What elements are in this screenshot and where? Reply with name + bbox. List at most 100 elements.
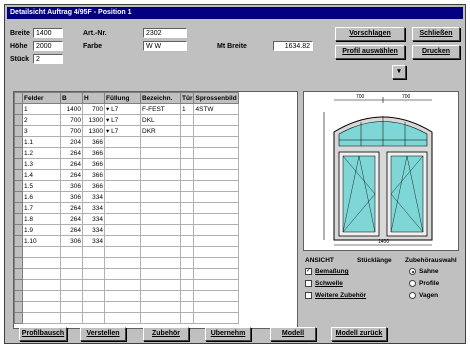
cell-b[interactable]	[60, 257, 83, 269]
cell-b[interactable]: 264	[60, 202, 83, 214]
cell-felder[interactable]: 2	[22, 114, 61, 126]
cell-bezeichnung[interactable]	[140, 158, 181, 170]
table-row[interactable]	[14, 301, 239, 313]
stueck-field[interactable]: 2	[33, 54, 63, 64]
cell-tuer[interactable]	[179, 136, 195, 148]
table-row[interactable]: 1.7 264 334	[14, 202, 239, 214]
cell-sprossenbild[interactable]	[193, 169, 239, 181]
dropdown-arrow-button[interactable]: ▾	[392, 65, 406, 79]
table-row[interactable]: 1.8 264 334	[14, 213, 239, 225]
cell-felder[interactable]	[22, 279, 61, 291]
table-row[interactable]: 1.1 204 366	[14, 136, 239, 148]
cell-sprossenbild[interactable]	[193, 246, 239, 258]
cell-felder[interactable]	[22, 268, 61, 280]
cell-felder[interactable]: 1	[22, 103, 61, 115]
col-header-tuer[interactable]: Tür	[179, 92, 195, 104]
cell-h[interactable]: 1300	[82, 125, 105, 137]
row-header[interactable]	[14, 257, 23, 269]
table-row[interactable]	[14, 312, 239, 324]
table-row[interactable]	[14, 290, 239, 302]
table-row[interactable]: 1.6 306 334	[14, 191, 239, 203]
row-header[interactable]	[14, 180, 23, 192]
cell-h[interactable]: 1300	[82, 114, 105, 126]
radio-vagen[interactable]	[409, 292, 416, 299]
cell-bezeichnung[interactable]	[140, 169, 181, 181]
cell-felder[interactable]: 1.6	[22, 191, 61, 203]
cell-sprossenbild[interactable]	[193, 279, 239, 291]
table-row[interactable]	[14, 268, 239, 280]
row-header[interactable]	[14, 191, 23, 203]
cell-felder[interactable]: 1.4	[22, 169, 61, 181]
radio-sahne[interactable]	[409, 268, 416, 275]
modell-button[interactable]: Modell	[270, 327, 316, 341]
profil-auswaehlen-button[interactable]: Profil auswählen	[335, 45, 405, 59]
artnr-field[interactable]: 2302	[143, 28, 187, 38]
row-header[interactable]	[14, 235, 23, 247]
cell-tuer[interactable]	[179, 290, 195, 302]
cell-tuer[interactable]: 1	[179, 103, 195, 115]
table-row[interactable]: 1.10 306 334	[14, 235, 239, 247]
cell-h[interactable]	[82, 301, 105, 313]
cell-b[interactable]: 264	[60, 169, 83, 181]
cell-b[interactable]	[60, 268, 83, 280]
col-header-b[interactable]: B	[60, 92, 83, 104]
col-header-bezeichnung[interactable]: Bezeichn.	[140, 92, 181, 104]
cell-fuellung[interactable]	[104, 290, 141, 302]
cell-fuellung[interactable]	[104, 136, 141, 148]
cell-bezeichnung[interactable]	[140, 136, 181, 148]
cell-h[interactable]: 334	[82, 213, 105, 225]
breite-field[interactable]: 1400	[33, 28, 63, 38]
cell-h[interactable]: 334	[82, 202, 105, 214]
cell-b[interactable]: 700	[60, 125, 83, 137]
cell-fuellung[interactable]	[104, 224, 141, 236]
cell-b[interactable]: 700	[60, 114, 83, 126]
cell-sprossenbild[interactable]	[193, 136, 239, 148]
cell-sprossenbild[interactable]	[193, 235, 239, 247]
cell-b[interactable]: 264	[60, 213, 83, 225]
cell-h[interactable]: 366	[82, 136, 105, 148]
cell-felder[interactable]	[22, 301, 61, 313]
zubehoer-button[interactable]: Zubehör	[143, 327, 189, 341]
cell-sprossenbild[interactable]	[193, 147, 239, 159]
cell-bezeichnung[interactable]	[140, 202, 181, 214]
cell-h[interactable]	[82, 257, 105, 269]
cell-sprossenbild[interactable]	[193, 224, 239, 236]
cell-sprossenbild[interactable]	[193, 114, 239, 126]
cell-bezeichnung[interactable]	[140, 191, 181, 203]
schliessen-button[interactable]: Schließen	[412, 27, 460, 41]
cell-b[interactable]: 264	[60, 224, 83, 236]
cell-h[interactable]: 334	[82, 224, 105, 236]
table-row[interactable]: 1.2 264 366	[14, 147, 239, 159]
cell-b[interactable]: 264	[60, 158, 83, 170]
cell-sprossenbild[interactable]	[193, 191, 239, 203]
cell-tuer[interactable]	[179, 257, 195, 269]
cell-sprossenbild[interactable]	[193, 213, 239, 225]
cell-sprossenbild[interactable]	[193, 125, 239, 137]
cell-bezeichnung[interactable]: DKL	[140, 114, 181, 126]
cell-h[interactable]	[82, 290, 105, 302]
cell-b[interactable]	[60, 312, 83, 324]
cell-tuer[interactable]	[179, 312, 195, 324]
row-header[interactable]	[14, 312, 23, 324]
cell-fuellung[interactable]	[104, 279, 141, 291]
cell-h[interactable]: 700	[82, 103, 105, 115]
cell-b[interactable]: 306	[60, 191, 83, 203]
row-header[interactable]	[14, 268, 23, 280]
cell-tuer[interactable]	[179, 213, 195, 225]
col-header-sprossenbild[interactable]: Sprossenbild	[193, 92, 239, 104]
cell-b[interactable]: 1400	[60, 103, 83, 115]
cell-sprossenbild[interactable]	[193, 180, 239, 192]
verstellen-button[interactable]: Verstellen	[80, 327, 126, 341]
cell-bezeichnung[interactable]	[140, 246, 181, 258]
row-header[interactable]	[14, 224, 23, 236]
row-header[interactable]	[14, 301, 23, 313]
radio-profile[interactable]	[409, 280, 416, 287]
cell-fuellung[interactable]	[104, 235, 141, 247]
row-header[interactable]	[14, 290, 23, 302]
cell-sprossenbild[interactable]	[193, 312, 239, 324]
vorschlagen-button[interactable]: Vorschlagen	[335, 27, 405, 41]
modell-zurueck-button[interactable]: Modell zurück	[331, 327, 387, 341]
cell-felder[interactable]: 1.2	[22, 147, 61, 159]
cell-fuellung[interactable]	[104, 158, 141, 170]
cell-felder[interactable]	[22, 290, 61, 302]
